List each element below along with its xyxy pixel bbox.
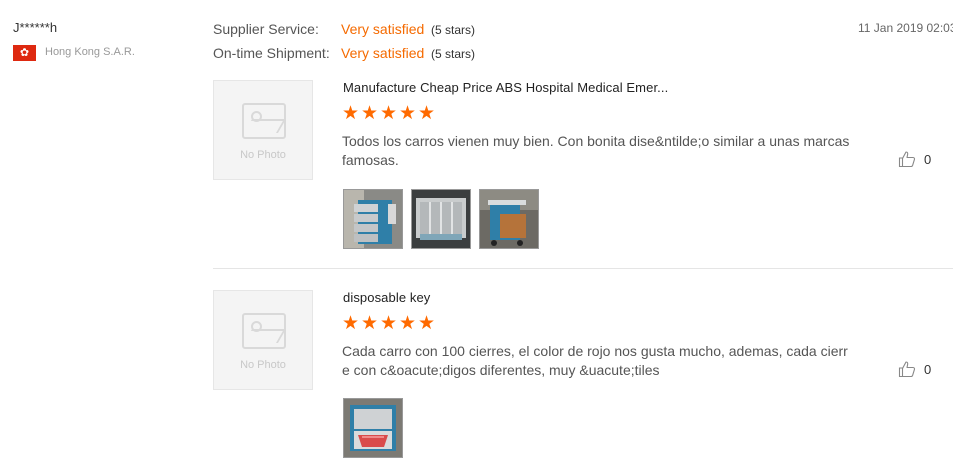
review-photo-thumbnail[interactable]	[343, 398, 403, 458]
star-icon: ★	[361, 313, 379, 334]
review-text: Cada carro con 100 cierres, el color de …	[342, 342, 848, 380]
review-stars: ★ ★ ★ ★ ★	[342, 103, 436, 124]
hong-kong-flag-icon: ✿	[13, 45, 36, 61]
star-icon: ★	[380, 313, 398, 334]
product-no-photo[interactable]: No Photo	[213, 290, 313, 390]
reviewer-country: Hong Kong S.A.R.	[45, 46, 135, 58]
tray-organizer-photo	[412, 190, 470, 248]
thumbs-up-icon	[898, 361, 916, 378]
review-text-line: e con c&oacute;digos diferentes, muy &ua…	[342, 362, 660, 378]
star-icon: ★	[418, 313, 436, 334]
supplier-service-stars: (5 stars)	[431, 23, 476, 37]
review-text: Todos los carros vienen muy bien. Con bo…	[342, 132, 849, 170]
review-text-line: famosas.	[342, 152, 399, 168]
star-icon: ★	[418, 103, 436, 124]
star-icon: ★	[399, 103, 417, 124]
product-title-link[interactable]: disposable key	[343, 290, 430, 305]
product-no-photo[interactable]: No Photo	[213, 80, 313, 180]
review-stars: ★ ★ ★ ★ ★	[342, 313, 436, 334]
review-divider	[213, 268, 953, 269]
star-icon: ★	[342, 103, 360, 124]
shipment-stars: (5 stars)	[431, 47, 476, 61]
no-photo-label: No Photo	[240, 149, 286, 161]
like-button[interactable]: 0	[898, 150, 931, 168]
image-placeholder-icon	[242, 313, 286, 349]
red-seals-photo	[344, 399, 402, 457]
image-placeholder-icon	[242, 103, 286, 139]
star-icon: ★	[361, 103, 379, 124]
star-icon: ★	[399, 313, 417, 334]
shipment-value: Very satisfied	[341, 45, 425, 61]
review-photo-thumbnail[interactable]	[411, 189, 471, 249]
shipment-label: On-time Shipment:	[213, 45, 330, 61]
like-count: 0	[924, 361, 932, 377]
cart-drawers-photo	[344, 190, 402, 248]
thumbs-up-icon	[898, 151, 916, 168]
supplier-service-value: Very satisfied	[341, 21, 425, 37]
review-text-line: Cada carro con 100 cierres, el color de …	[342, 343, 848, 359]
reviewer-name: J******h	[13, 20, 58, 35]
star-icon: ★	[380, 103, 398, 124]
review-photo-thumbnail[interactable]	[479, 189, 539, 249]
product-title-link[interactable]: Manufacture Cheap Price ABS Hospital Med…	[343, 80, 668, 95]
star-icon: ★	[342, 313, 360, 334]
cart-side-photo	[480, 190, 538, 248]
review-text-line: Todos los carros vienen muy bien. Con bo…	[342, 133, 850, 149]
no-photo-label: No Photo	[240, 359, 286, 371]
supplier-service-label: Supplier Service:	[213, 21, 319, 37]
review-photo-thumbnail[interactable]	[343, 189, 403, 249]
like-button[interactable]: 0	[898, 360, 931, 378]
review-date: 11 Jan 2019 02:03	[858, 21, 953, 35]
like-count: 0	[924, 151, 932, 167]
